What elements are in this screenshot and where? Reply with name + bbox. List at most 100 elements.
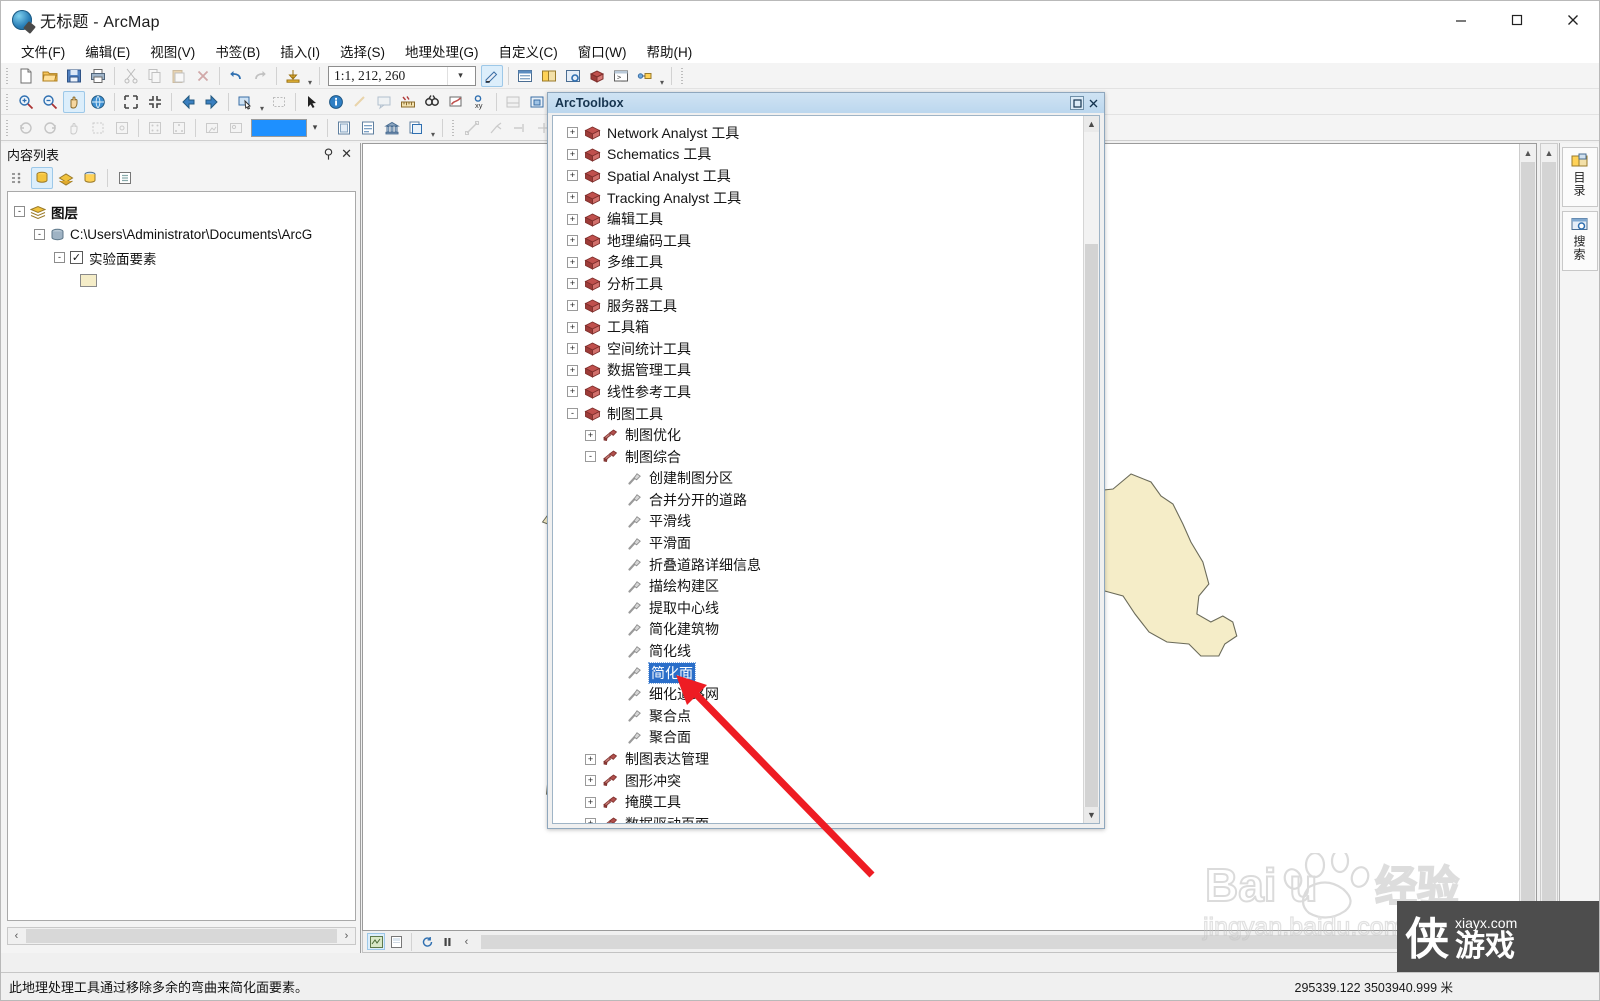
scrollbar-track[interactable] <box>26 929 337 943</box>
expander-icon[interactable]: + <box>585 753 596 765</box>
toolbar-grip[interactable] <box>4 118 11 137</box>
open-icon[interactable] <box>39 65 61 87</box>
toolbar-grip[interactable] <box>679 66 686 85</box>
html-popup-icon[interactable] <box>373 91 395 113</box>
frame2-icon[interactable] <box>225 117 247 139</box>
arctoolbox-tree-item[interactable]: + Spatial Analyst 工具 <box>561 165 1082 187</box>
expander-icon[interactable]: + <box>585 775 596 787</box>
grid2-icon[interactable] <box>168 117 190 139</box>
map-vertical-scrollbar[interactable]: ▲ ▼ <box>1519 144 1536 930</box>
go-forward-icon[interactable] <box>201 91 223 113</box>
list-by-source-icon[interactable] <box>31 167 53 189</box>
toolbar-overflow-icon[interactable]: ▾ <box>657 65 667 87</box>
arctoolbox-tree-item[interactable]: 简化建筑物 <box>561 619 1082 641</box>
grid-icon[interactable] <box>144 117 166 139</box>
find-icon[interactable] <box>421 91 443 113</box>
list-by-visibility-icon[interactable] <box>55 167 77 189</box>
close-button[interactable] <box>1545 1 1599 39</box>
expander-icon[interactable]: + <box>567 364 578 376</box>
arctoolbox-tree-item[interactable]: + Schematics 工具 <box>561 144 1082 166</box>
extend-icon[interactable] <box>509 117 531 139</box>
select-elements-icon[interactable] <box>301 91 323 113</box>
fixed-zoom-in-icon[interactable] <box>120 91 142 113</box>
arctoolbox-tree-item[interactable]: + 多维工具 <box>561 252 1082 274</box>
toolbar-grip[interactable] <box>4 92 11 111</box>
pan-icon[interactable] <box>63 90 85 113</box>
redo-icon[interactable] <box>249 65 271 87</box>
menu-customize[interactable]: 自定义(C) <box>489 39 568 63</box>
expander-icon[interactable]: - <box>14 206 25 217</box>
list-by-drawing-order-icon[interactable] <box>7 167 29 189</box>
arctoolbox-tree-item[interactable]: + 制图表达管理 <box>561 748 1082 770</box>
secondary-vertical-scrollbar[interactable]: ▲ <box>1540 143 1558 931</box>
expander-icon[interactable]: + <box>567 170 578 182</box>
arctoolbox-tree-item[interactable]: 简化线 <box>561 640 1082 662</box>
bank-icon[interactable] <box>381 117 403 139</box>
scroll-up-icon[interactable]: ▲ <box>1520 144 1536 161</box>
expander-icon[interactable]: + <box>567 127 578 139</box>
arctoolbox-tree-item[interactable]: 提取中心线 <box>561 597 1082 619</box>
editor-toolbar-icon[interactable] <box>481 64 503 87</box>
restore-icon[interactable] <box>1070 96 1084 110</box>
polygon-swatch[interactable] <box>80 274 97 287</box>
list-by-selection-icon[interactable] <box>79 167 101 189</box>
catalog-icon[interactable] <box>538 65 560 87</box>
expander-icon[interactable]: + <box>585 429 596 441</box>
close-icon[interactable] <box>1086 96 1100 110</box>
undo-icon[interactable] <box>225 65 247 87</box>
arctoolbox-tree[interactable]: + Network Analyst 工具 + Schematics 工具 + Spatia… <box>553 116 1082 823</box>
expander-icon[interactable]: + <box>567 300 578 312</box>
arctoolbox-tree-item[interactable]: + Tracking Analyst 工具 <box>561 187 1082 209</box>
toc-node-layers[interactable]: - 图层 <box>14 200 355 223</box>
scroll-down-icon[interactable]: ▼ <box>1084 807 1099 823</box>
arctoolbox-tree-item[interactable]: + 编辑工具 <box>561 208 1082 230</box>
scroll-left-icon[interactable]: ‹ <box>8 930 25 942</box>
arctoolbox-tree-item[interactable]: + 数据驱动页面 <box>561 813 1082 823</box>
expander-icon[interactable]: + <box>585 796 596 808</box>
clear-selection-icon[interactable] <box>268 91 290 113</box>
scroll-right-icon[interactable]: › <box>338 930 355 942</box>
arctoolbox-tree-item[interactable]: 折叠道路详细信息 <box>561 554 1082 576</box>
hyperlink-icon[interactable] <box>349 91 371 113</box>
scroll-down-icon[interactable]: ▼ <box>1520 913 1536 930</box>
zoom-in-icon[interactable] <box>15 91 37 113</box>
arctoolbox-tree-item[interactable]: + 服务器工具 <box>561 295 1082 317</box>
add-data-dropdown-icon[interactable]: ▾ <box>305 65 315 87</box>
zoom-extent-icon[interactable] <box>87 117 109 139</box>
expander-icon[interactable]: + <box>567 256 578 268</box>
identify-icon[interactable] <box>325 91 347 113</box>
arctoolbox-tree-item[interactable]: - 制图综合 <box>561 446 1082 468</box>
arctoolbox-tree-item[interactable]: + 掩膜工具 <box>561 791 1082 813</box>
layer-visibility-checkbox[interactable]: ✓ <box>70 251 83 264</box>
add-data-icon[interactable] <box>282 65 304 87</box>
scrollbar-track[interactable] <box>481 934 1536 949</box>
arctoolbox-tree-item[interactable]: 创建制图分区 <box>561 468 1082 490</box>
minimize-button[interactable] <box>1433 1 1489 39</box>
side-tab-search[interactable]: 搜索 <box>1561 211 1598 271</box>
expander-icon[interactable]: + <box>567 321 578 333</box>
copy-icon[interactable] <box>144 65 166 87</box>
expander-icon[interactable]: + <box>585 818 596 823</box>
go-back-icon[interactable] <box>177 91 199 113</box>
arctoolbox-tree-item[interactable]: 聚合点 <box>561 705 1082 727</box>
layout-view-icon[interactable] <box>387 933 405 950</box>
arctoolbox-tree-item[interactable]: 平滑面 <box>561 532 1082 554</box>
scroll-up-icon[interactable]: ▲ <box>1541 144 1557 161</box>
toc-node-geodatabase[interactable]: - C:\Users\Administrator\Documents\ArcG <box>14 223 355 246</box>
arctoolbox-tree-item[interactable]: 合并分开的道路 <box>561 489 1082 511</box>
toc-node-symbol[interactable] <box>14 269 355 292</box>
arctoolbox-tree-item[interactable]: 简化面 <box>561 661 1082 684</box>
python-window-icon[interactable]: >_ <box>610 65 632 87</box>
menu-geoprocessing[interactable]: 地理处理(G) <box>395 39 489 63</box>
arctoolbox-tree-item[interactable]: + 图形冲突 <box>561 770 1082 792</box>
fill-color-dropdown-icon[interactable]: ▾ <box>307 119 323 137</box>
report-icon[interactable] <box>357 117 379 139</box>
frame-icon[interactable] <box>201 117 223 139</box>
arctoolbox-icon[interactable] <box>586 65 608 87</box>
arctoolbox-tree-item[interactable]: - 制图工具 <box>561 403 1082 425</box>
search-panel-icon[interactable] <box>562 65 584 87</box>
pause-drawing-icon[interactable] <box>438 933 456 950</box>
new-map-icon[interactable] <box>15 65 37 87</box>
toolbar-grip[interactable] <box>4 66 11 85</box>
pin-icon[interactable]: ⚲ <box>324 146 334 162</box>
